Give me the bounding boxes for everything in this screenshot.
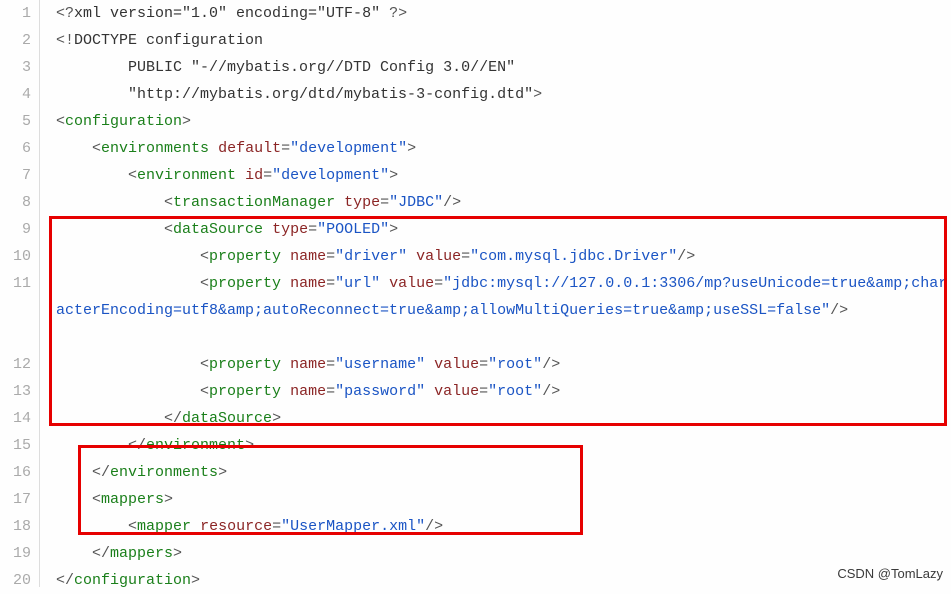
line-number: 2	[0, 27, 31, 54]
line-number: 9	[0, 216, 31, 243]
code-line: </mappers>	[56, 540, 951, 567]
line-number: 14	[0, 405, 31, 432]
code-line: <environment id="development">	[56, 162, 951, 189]
code-line: "http://mybatis.org/dtd/mybatis-3-config…	[56, 81, 951, 108]
code-line: </environment>	[56, 432, 951, 459]
line-number: 17	[0, 486, 31, 513]
code-line: <property name="url" value="jdbc:mysql:/…	[56, 270, 951, 351]
watermark-text: CSDN @TomLazy	[837, 566, 943, 581]
code-line: <mappers>	[56, 486, 951, 513]
line-number	[0, 324, 31, 351]
code-line: <configuration>	[56, 108, 951, 135]
code-line: <!DOCTYPE configuration	[56, 27, 951, 54]
code-line: <mapper resource="UserMapper.xml"/>	[56, 513, 951, 540]
line-number: 18	[0, 513, 31, 540]
line-gutter: 1 2 3 4 5 6 7 8 9 10 11 12 13 14 15 16 1…	[0, 0, 40, 587]
line-number: 15	[0, 432, 31, 459]
code-editor: 1 2 3 4 5 6 7 8 9 10 11 12 13 14 15 16 1…	[0, 0, 951, 587]
code-line: </configuration>	[56, 567, 951, 594]
line-number	[0, 297, 31, 324]
line-number: 13	[0, 378, 31, 405]
code-line: PUBLIC "-//mybatis.org//DTD Config 3.0//…	[56, 54, 951, 81]
code-line: <transactionManager type="JDBC"/>	[56, 189, 951, 216]
line-number: 6	[0, 135, 31, 162]
line-number: 4	[0, 81, 31, 108]
line-number: 8	[0, 189, 31, 216]
line-number: 1	[0, 0, 31, 27]
line-number: 20	[0, 567, 31, 594]
line-number: 5	[0, 108, 31, 135]
line-number: 12	[0, 351, 31, 378]
code-line: <?xml version="1.0" encoding="UTF-8" ?>	[56, 0, 951, 27]
code-line: <property name="driver" value="com.mysql…	[56, 243, 951, 270]
line-number: 3	[0, 54, 31, 81]
code-line: <property name="username" value="root"/>	[56, 351, 951, 378]
code-line: </environments>	[56, 459, 951, 486]
code-area[interactable]: <?xml version="1.0" encoding="UTF-8" ?> …	[40, 0, 951, 587]
code-line: </dataSource>	[56, 405, 951, 432]
line-number: 11	[0, 270, 31, 297]
line-number: 16	[0, 459, 31, 486]
code-line: <environments default="development">	[56, 135, 951, 162]
line-number: 7	[0, 162, 31, 189]
line-number: 19	[0, 540, 31, 567]
line-number: 10	[0, 243, 31, 270]
code-line: <dataSource type="POOLED">	[56, 216, 951, 243]
code-line: <property name="password" value="root"/>	[56, 378, 951, 405]
